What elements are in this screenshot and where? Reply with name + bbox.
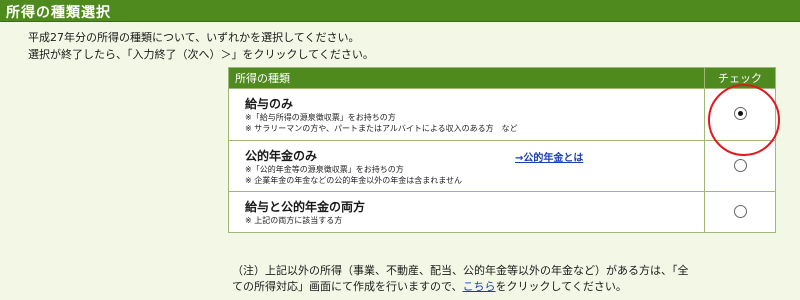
intro-line-2: 選択が終了したら、「入力終了（次へ）＞」をクリックしてください。 — [28, 48, 374, 61]
page-title: 所得の種類選択 — [6, 5, 111, 21]
radio-pension-only[interactable] — [733, 158, 747, 172]
table-header-row: 所得の種類 チェック — [228, 67, 776, 89]
table-row-salary-only: 給与のみ ※「給与所得の源泉徴収票」をお持ちの方 ※ サラリーマンの方や、パート… — [228, 88, 776, 141]
what-is-public-pension-link[interactable]: →公的年金とは — [515, 149, 583, 164]
row-description: 給与のみ ※「給与所得の源泉徴収票」をお持ちの方 ※ サラリーマンの方や、パート… — [228, 88, 705, 141]
highlight-circle-annotation — [708, 84, 780, 156]
income-type-note: ※ サラリーマンの方や、パートまたはアルバイトによる収入のある方 など — [245, 124, 518, 133]
footnote-text-post: をクリックしてください。 — [495, 280, 627, 293]
footnote-line-2: ての所得対応」画面にて作成を行いますので、こちらをクリックしてください。 — [232, 279, 788, 295]
income-type-note: ※「公的年金等の源泉徴収票」をお持ちの方 — [245, 165, 404, 174]
footnote-line-1: （注）上記以外の所得（事業、不動産、配当、公的年金等以外の年金など）がある方は、… — [232, 264, 689, 277]
radio-salary-and-pension[interactable] — [733, 204, 747, 218]
row-description: 給与と公的年金の両方 ※ 上記の両方に該当する方 — [228, 191, 705, 233]
income-type-name: 給与と公的年金の両方 — [245, 200, 366, 214]
row-check-cell — [704, 191, 776, 233]
footnote-text-pre: ての所得対応」画面にて作成を行いますので、 — [232, 280, 463, 293]
intro-line-1: 平成27年分の所得の種類について、いずれかを選択してください。 — [28, 31, 360, 44]
income-type-note: ※ 企業年金の年金などの公的年金以外の年金は含まれません — [245, 176, 463, 185]
row-description: 公的年金のみ →公的年金とは ※「公的年金等の源泉徴収票」をお持ちの方 ※ 企業… — [228, 140, 705, 192]
footnote: （注）上記以外の所得（事業、不動産、配当、公的年金等以外の年金など）がある方は、… — [232, 263, 788, 295]
income-type-note: ※ 上記の両方に該当する方 — [245, 216, 343, 225]
income-type-name: 公的年金のみ — [245, 149, 318, 163]
income-type-name: 給与のみ — [245, 97, 294, 111]
here-link[interactable]: こちら — [463, 280, 496, 293]
column-header-type: 所得の種類 — [228, 67, 705, 89]
income-type-table: 所得の種類 チェック 給与のみ ※「給与所得の源泉徴収票」をお持ちの方 ※ サラ… — [228, 67, 776, 233]
page-header: 所得の種類選択 — [0, 0, 800, 22]
income-type-note: ※「給与所得の源泉徴収票」をお持ちの方 — [245, 113, 396, 122]
table-row-salary-and-pension: 給与と公的年金の両方 ※ 上記の両方に該当する方 — [228, 191, 776, 233]
intro-text: 平成27年分の所得の種類について、いずれかを選択してください。 選択が終了したら… — [28, 29, 374, 63]
table-row-pension-only: 公的年金のみ →公的年金とは ※「公的年金等の源泉徴収票」をお持ちの方 ※ 企業… — [228, 140, 776, 192]
